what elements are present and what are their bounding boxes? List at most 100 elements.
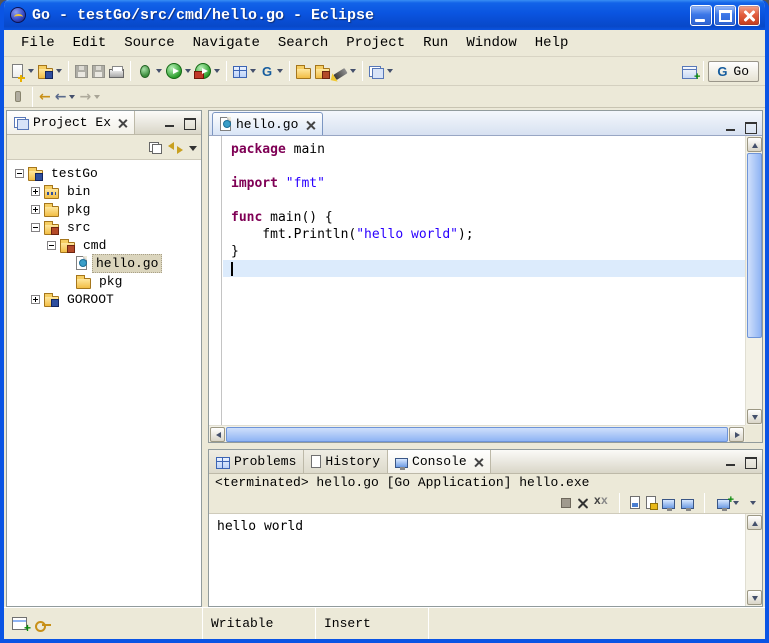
code-line[interactable]: import "fmt": [223, 175, 745, 192]
menu-run[interactable]: Run: [414, 33, 457, 53]
current-code-line[interactable]: [223, 260, 745, 277]
save-button[interactable]: [73, 59, 90, 83]
clear-console-button[interactable]: [630, 496, 640, 509]
view-menu-button[interactable]: [189, 146, 197, 151]
pin-console-button[interactable]: [662, 499, 675, 509]
menu-navigate[interactable]: Navigate: [184, 33, 269, 53]
scroll-left-button[interactable]: [210, 427, 225, 442]
go-element-button[interactable]: G: [258, 59, 285, 83]
tree-item-src-pkg[interactable]: pkg: [7, 272, 201, 290]
run-button[interactable]: [164, 59, 193, 83]
tree-item-hello-go[interactable]: hello.go: [7, 254, 201, 272]
console-view-menu-button[interactable]: [750, 501, 756, 505]
code-line[interactable]: package main: [223, 141, 745, 158]
menu-help[interactable]: Help: [526, 33, 578, 53]
maximize-button[interactable]: [714, 5, 736, 26]
menu-edit[interactable]: Edit: [64, 33, 116, 53]
print-button[interactable]: [107, 59, 126, 83]
expand-icon[interactable]: [31, 295, 40, 304]
editor-maximize-button[interactable]: [741, 119, 759, 135]
console-minimize-button[interactable]: [722, 454, 740, 470]
external-tools-button[interactable]: [193, 59, 222, 83]
display-selected-console-button[interactable]: [681, 499, 694, 509]
tree-item-testGo[interactable]: testGo: [7, 164, 201, 182]
tree-item-src[interactable]: src: [7, 218, 201, 236]
last-edit-location-button[interactable]: ←: [37, 85, 53, 109]
collapse-all-button[interactable]: [149, 141, 162, 154]
link-with-editor-button[interactable]: [168, 141, 183, 154]
tab-hello-go[interactable]: hello.go: [212, 112, 323, 135]
explorer-minimize-button[interactable]: [161, 115, 179, 131]
fast-view-button[interactable]: [12, 617, 27, 630]
menu-project[interactable]: Project: [337, 33, 414, 53]
scroll-up-button[interactable]: [747, 515, 762, 530]
open-type-button[interactable]: [294, 59, 313, 83]
close-button[interactable]: [738, 5, 760, 26]
menu-source[interactable]: Source: [115, 33, 183, 53]
menu-file[interactable]: File: [12, 33, 64, 53]
expand-icon[interactable]: [31, 187, 40, 196]
open-perspective-button[interactable]: [680, 59, 699, 83]
menu-search[interactable]: Search: [269, 33, 337, 53]
expand-icon[interactable]: [31, 205, 40, 214]
menu-window[interactable]: Window: [457, 33, 525, 53]
minimize-button[interactable]: [690, 5, 712, 26]
save-all-button[interactable]: [90, 59, 107, 83]
tab-problems[interactable]: Problems: [209, 450, 304, 473]
title-bar[interactable]: Go - testGo/src/cmd/hello.go - Eclipse: [4, 0, 765, 30]
scrollbar-thumb[interactable]: [747, 153, 762, 338]
remove-launch-button[interactable]: [577, 497, 588, 508]
secure-storage-icon[interactable]: [35, 621, 51, 629]
back-button[interactable]: ←: [53, 85, 78, 109]
search-button[interactable]: [332, 59, 358, 83]
console-vertical-scrollbar[interactable]: [745, 514, 762, 606]
code-line[interactable]: [223, 158, 745, 175]
code-line[interactable]: }: [223, 243, 745, 260]
editor-minimize-button[interactable]: [722, 119, 740, 135]
tree-item-pkg[interactable]: pkg: [7, 200, 201, 218]
scroll-lock-button[interactable]: [646, 496, 656, 509]
pin-editor-button[interactable]: [8, 85, 28, 109]
terminate-button[interactable]: [561, 498, 571, 508]
debug-button[interactable]: [135, 59, 164, 83]
editor-horizontal-scrollbar[interactable]: [209, 425, 745, 442]
code-editor[interactable]: package main import "fmt" func main() { …: [209, 136, 762, 442]
tab-history[interactable]: History: [304, 450, 388, 473]
code-content[interactable]: package main import "fmt" func main() { …: [223, 136, 745, 425]
annotation-ruler[interactable]: [209, 136, 222, 425]
scroll-up-button[interactable]: [747, 137, 762, 152]
tree-item-bin[interactable]: bin: [7, 182, 201, 200]
collapse-icon[interactable]: [47, 241, 56, 250]
close-icon[interactable]: [474, 457, 483, 466]
console-maximize-button[interactable]: [741, 454, 759, 470]
console-tab-label: Console: [412, 454, 467, 469]
editor-vertical-scrollbar[interactable]: [745, 136, 762, 425]
tab-console[interactable]: Console: [388, 450, 491, 473]
open-console-button[interactable]: [715, 491, 741, 515]
collapse-icon[interactable]: [31, 223, 40, 232]
remove-all-terminated-button[interactable]: [594, 497, 609, 508]
console-view: Problems History Console: [208, 449, 763, 607]
new-element-button[interactable]: [36, 59, 64, 83]
code-line[interactable]: fmt.Println("hello world");: [223, 226, 745, 243]
forward-button[interactable]: →: [77, 85, 102, 109]
tree-item-goroot[interactable]: GOROOT: [7, 290, 201, 308]
open-resource-button[interactable]: [313, 59, 332, 83]
collapse-icon[interactable]: [15, 169, 24, 178]
scroll-down-button[interactable]: [747, 590, 762, 605]
scroll-right-button[interactable]: [729, 427, 744, 442]
new-go-app-button[interactable]: [231, 59, 258, 83]
console-output[interactable]: hello world: [209, 514, 762, 606]
close-icon[interactable]: [306, 120, 315, 129]
code-line[interactable]: [223, 192, 745, 209]
tab-project-explorer[interactable]: Project Ex: [7, 111, 135, 134]
close-icon[interactable]: [118, 118, 127, 127]
explorer-maximize-button[interactable]: [180, 115, 198, 131]
code-line[interactable]: func main() {: [223, 209, 745, 226]
go-perspective-button[interactable]: G Go: [708, 61, 759, 82]
open-view-button[interactable]: [367, 59, 395, 83]
tree-item-cmd[interactable]: cmd: [7, 236, 201, 254]
scrollbar-thumb[interactable]: [226, 427, 728, 442]
new-wizard-button[interactable]: [8, 59, 36, 83]
scroll-down-button[interactable]: [747, 409, 762, 424]
